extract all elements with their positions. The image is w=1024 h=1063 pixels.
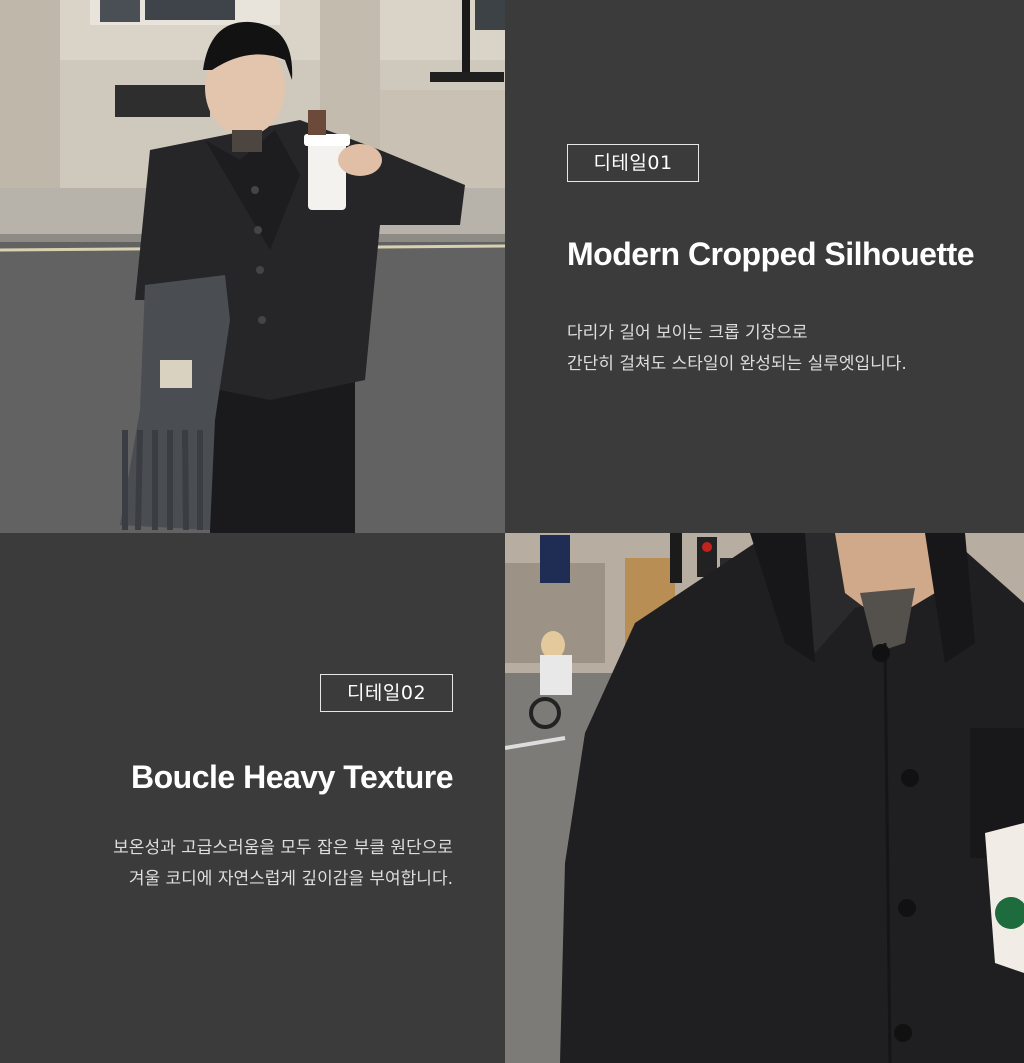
detail-01-line-2: 간단히 걸쳐도 스타일이 완성되는 실루엣입니다. [567, 354, 907, 374]
detail-02-line-1: 보온성과 고급스러움을 모두 잡은 부클 원단으로 [113, 838, 453, 858]
detail-02-panel: 디테일02 Boucle Heavy Texture 보온성과 고급스러움을 모… [0, 533, 505, 1063]
detail-02-title: Boucle Heavy Texture [131, 759, 453, 795]
detail-02-description: 보온성과 고급스러움을 모두 잡은 부클 원단으로 겨울 코디에 자연스럽게 깊… [113, 833, 453, 895]
detail-02-line-2: 겨울 코디에 자연스럽게 깊이감을 부여합니다. [128, 869, 453, 889]
product-detail-page: 디테일01 Modern Cropped Silhouette 다리가 길어 보… [0, 0, 1024, 1063]
jacket-closeup-photo [505, 533, 1024, 1063]
detail-01-panel: 디테일01 Modern Cropped Silhouette 다리가 길어 보… [505, 0, 1024, 533]
detail-01-badge: 디테일01 [567, 144, 699, 182]
detail-02-badge: 디테일02 [320, 674, 453, 712]
detail-01-line-1: 다리가 길어 보이는 크롭 기장으로 [567, 323, 808, 343]
detail-01-title: Modern Cropped Silhouette [567, 236, 975, 272]
model-street-photo [0, 0, 505, 533]
detail-01-description: 다리가 길어 보이는 크롭 기장으로 간단히 걸쳐도 스타일이 완성되는 실루엣… [567, 318, 907, 380]
